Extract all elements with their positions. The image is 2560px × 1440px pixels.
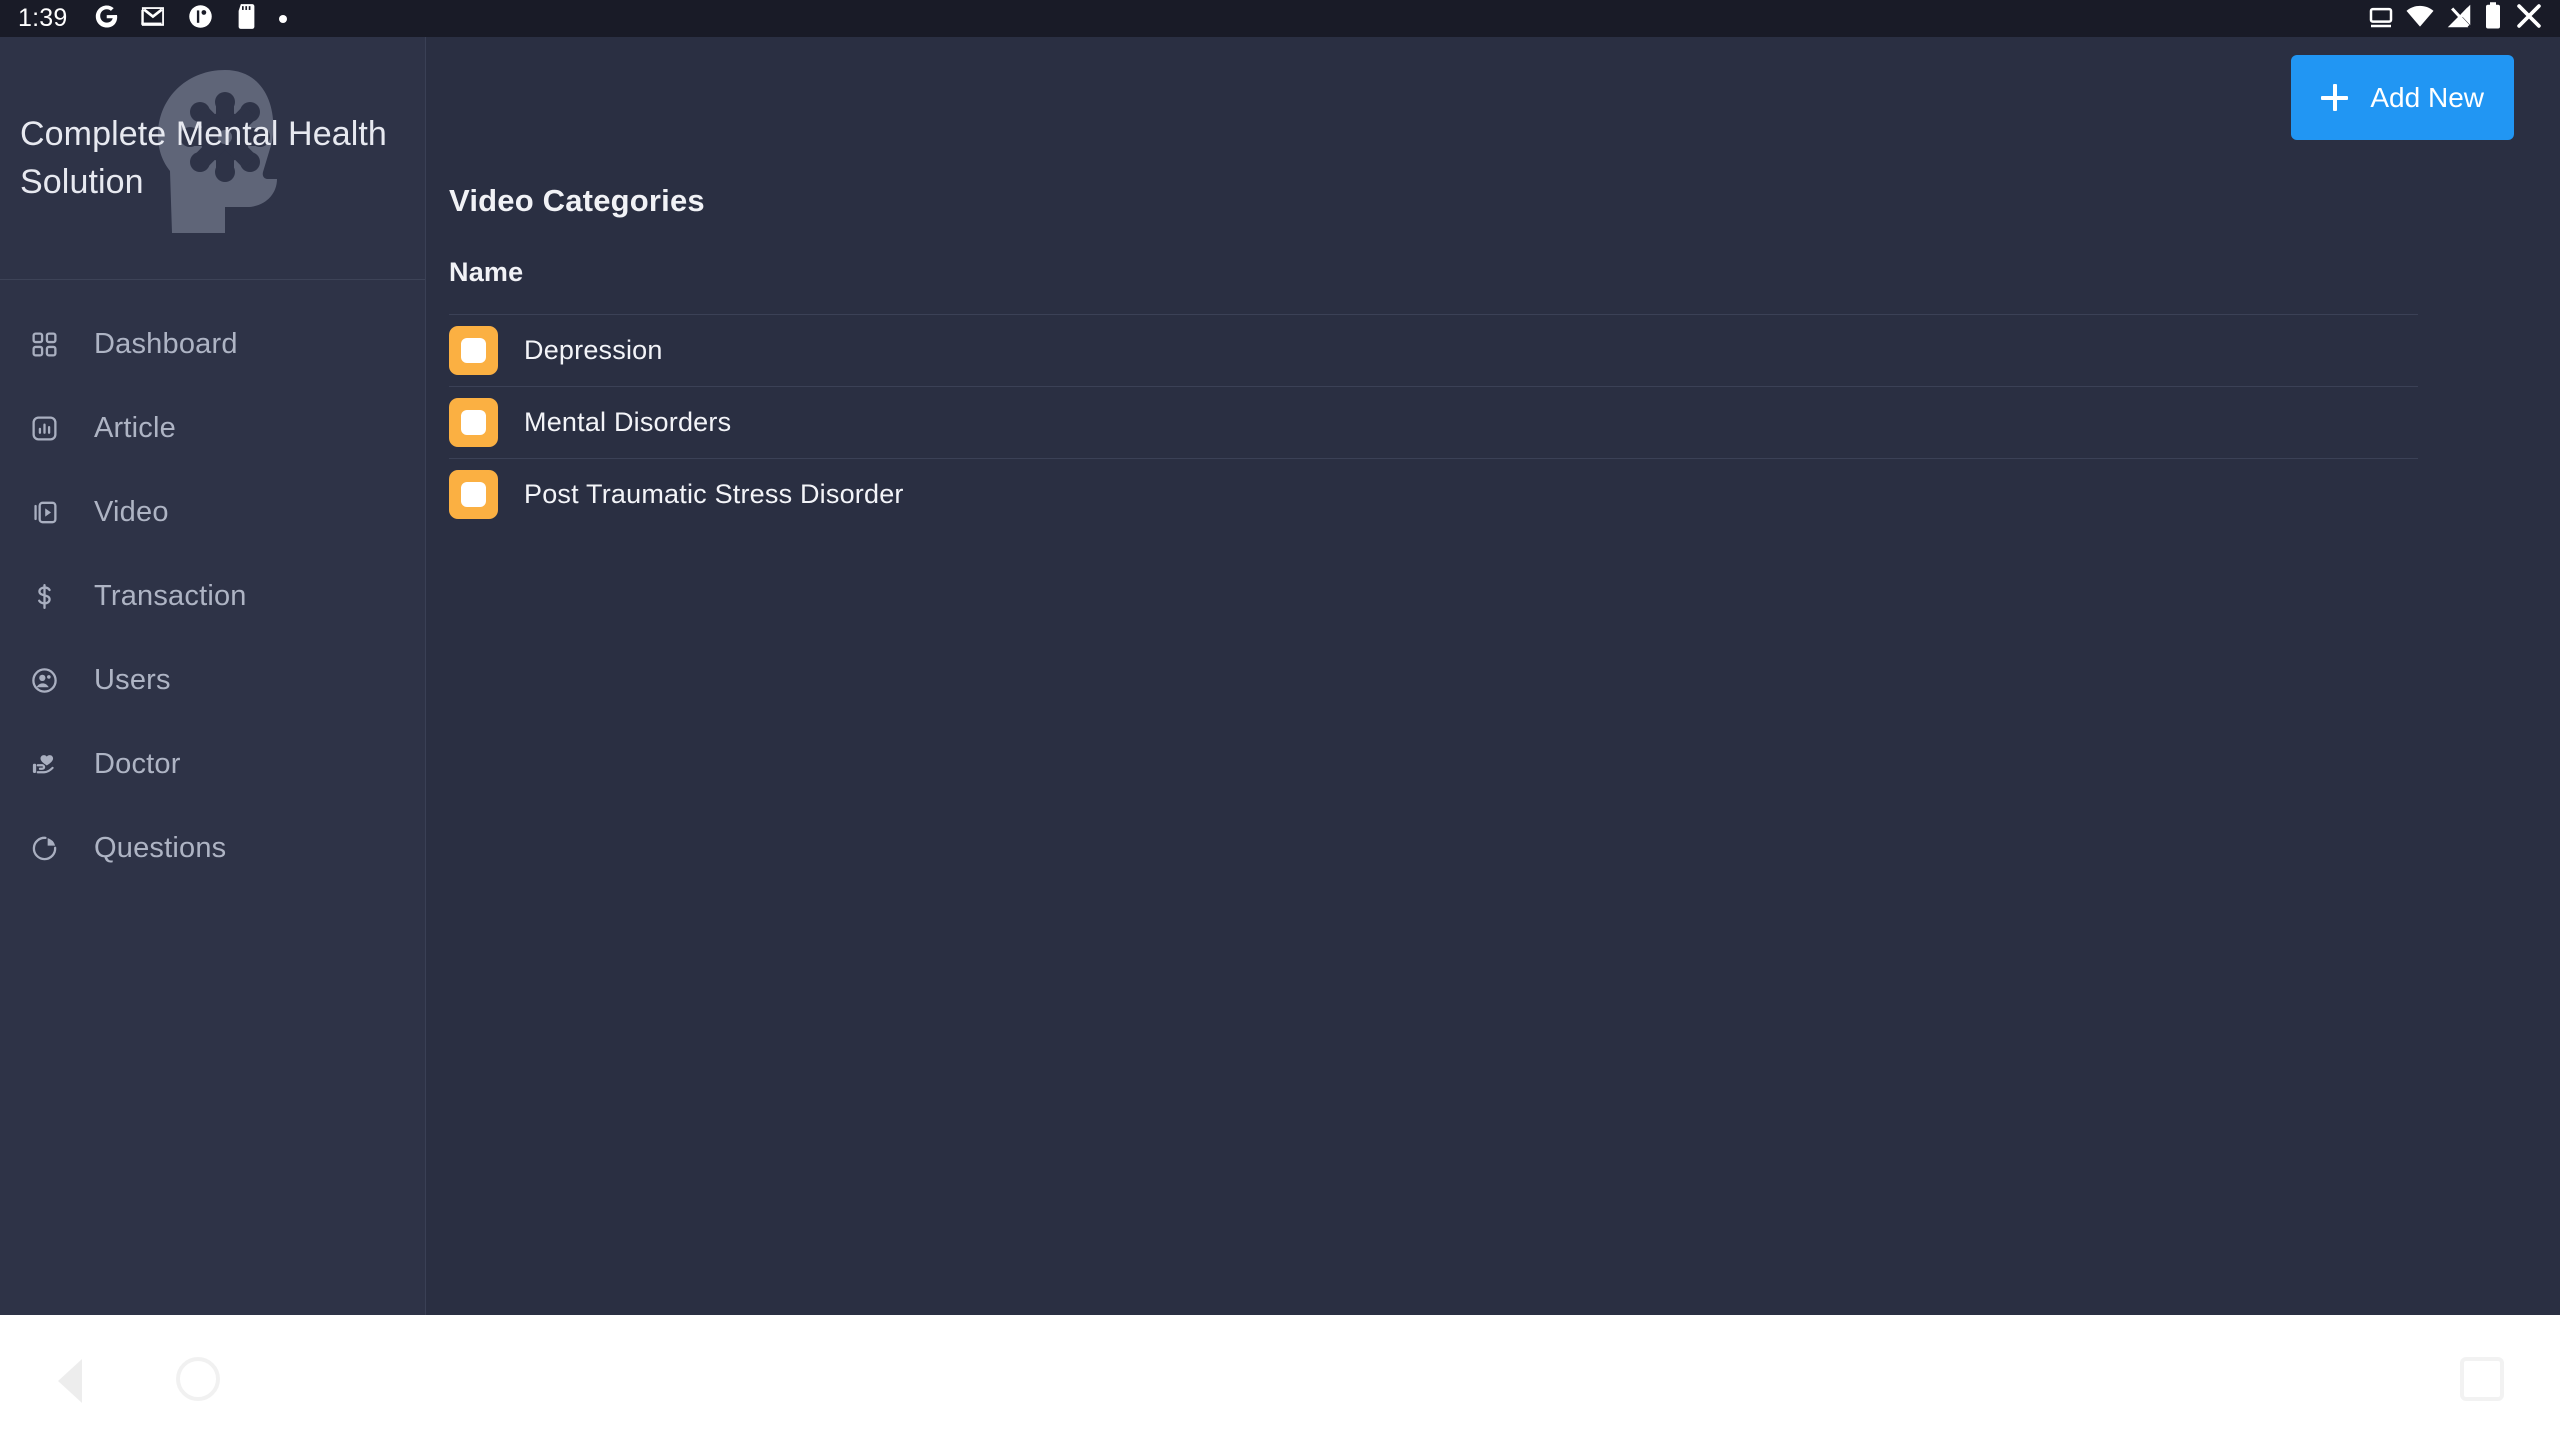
- google-icon: [93, 3, 120, 35]
- sidebar-item-label: Article: [94, 412, 176, 445]
- home-button[interactable]: [176, 1357, 220, 1401]
- signal-off-icon: [2444, 1, 2474, 36]
- sidebar-item-doctor[interactable]: Doctor: [0, 722, 425, 806]
- image-placeholder-icon: [449, 326, 498, 375]
- wifi-icon: [2405, 1, 2435, 36]
- android-navigation-bar: [0, 1315, 2560, 1440]
- notification-dot-icon: [279, 15, 287, 23]
- status-bar-clock: 1:39: [18, 4, 67, 33]
- sidebar-item-label: Video: [94, 496, 169, 529]
- video-play-icon: [22, 498, 66, 527]
- table-row[interactable]: Depression: [449, 314, 2418, 386]
- chart-box-icon: [22, 414, 66, 443]
- content-topbar: Add New: [427, 37, 2560, 147]
- app-root: 1:39: [0, 0, 2560, 1440]
- android-status-bar: 1:39: [0, 0, 2560, 37]
- table-header-row: Name: [449, 257, 2418, 314]
- content-body: Video Categories Name Depression Mental …: [427, 183, 2560, 530]
- sidebar-item-video[interactable]: Video: [0, 470, 425, 554]
- user-circle-icon: [22, 666, 66, 695]
- app-circle-icon: [187, 3, 214, 35]
- category-name: Post Traumatic Stress Disorder: [524, 479, 904, 510]
- sidebar-item-label: Users: [94, 664, 171, 697]
- sidebar-item-dashboard[interactable]: Dashboard: [0, 302, 425, 386]
- hand-heart-icon: [22, 750, 66, 779]
- table-row[interactable]: Post Traumatic Stress Disorder: [449, 458, 2418, 530]
- sidebar-item-questions[interactable]: Questions: [0, 806, 425, 890]
- plus-icon: [2321, 84, 2348, 111]
- add-new-button[interactable]: Add New: [2291, 55, 2514, 140]
- category-name: Depression: [524, 335, 663, 366]
- sidebar: Complete Mental Health Solution Dashboar…: [0, 37, 426, 1315]
- main-content: Add New Video Categories Name Depression…: [427, 37, 2560, 1315]
- recent-apps-button[interactable]: [2460, 1357, 2504, 1401]
- close-icon[interactable]: [2512, 0, 2546, 38]
- back-button[interactable]: [58, 1359, 82, 1403]
- sidebar-nav: Dashboard Article: [0, 280, 425, 890]
- brand-title: Complete Mental Health Solution: [0, 110, 425, 207]
- sidebar-item-label: Doctor: [94, 748, 181, 781]
- cast-screen-icon: [2366, 1, 2396, 36]
- page-title: Video Categories: [449, 183, 2560, 219]
- sidebar-item-transaction[interactable]: Transaction: [0, 554, 425, 638]
- video-categories-table: Name Depression Mental Disorders Post Tr…: [449, 257, 2418, 530]
- dollar-icon: [22, 582, 66, 611]
- image-placeholder-icon: [449, 470, 498, 519]
- pie-chart-icon: [22, 834, 66, 863]
- gmail-icon: [140, 3, 167, 35]
- sidebar-item-article[interactable]: Article: [0, 386, 425, 470]
- image-placeholder-icon: [449, 398, 498, 447]
- sidebar-item-users[interactable]: Users: [0, 638, 425, 722]
- status-bar-system-icons: [2366, 0, 2546, 38]
- battery-icon: [2483, 1, 2503, 36]
- sd-card-icon: [234, 3, 259, 35]
- sidebar-item-label: Transaction: [94, 580, 247, 613]
- add-new-button-label: Add New: [2370, 82, 2484, 114]
- table-row[interactable]: Mental Disorders: [449, 386, 2418, 458]
- sidebar-item-label: Questions: [94, 832, 226, 865]
- column-header-name: Name: [449, 257, 523, 287]
- category-name: Mental Disorders: [524, 407, 731, 438]
- grid-icon: [22, 330, 66, 359]
- status-bar-notification-icons: [93, 3, 287, 35]
- sidebar-item-label: Dashboard: [94, 328, 238, 361]
- brand-header: Complete Mental Health Solution: [0, 37, 425, 280]
